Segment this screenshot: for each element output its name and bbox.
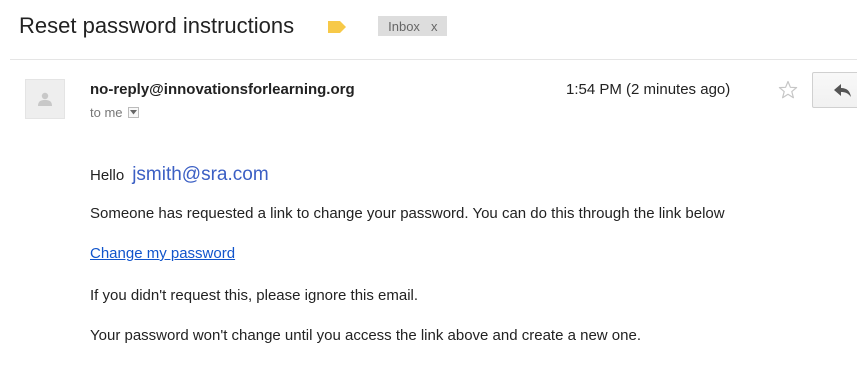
recipient-text: to me xyxy=(90,105,123,120)
greeting-text: Hello xyxy=(90,167,125,184)
ignore-text: If you didn't request this, please ignor… xyxy=(90,287,419,304)
reply-button[interactable] xyxy=(812,72,857,108)
email-subject: Reset password instructions xyxy=(19,13,295,38)
change-password-line: Change my password xyxy=(90,245,235,262)
timestamp: 1:54 PM (2 minutes ago) xyxy=(566,81,731,98)
greeting-email[interactable]: jsmith@sra.com xyxy=(132,164,268,186)
request-text: Someone has requested a link to change y… xyxy=(90,205,725,222)
email-view: Reset password instructions Inbox x no-r… xyxy=(0,0,857,376)
remove-label-button[interactable]: x xyxy=(431,19,438,34)
inbox-label-text: Inbox xyxy=(388,18,420,34)
info-text: Your password won't change until you acc… xyxy=(90,327,641,344)
sender-address[interactable]: no-reply@innovationsforlearning.org xyxy=(90,81,355,98)
recipient-line: to me xyxy=(90,105,139,120)
change-password-link[interactable]: Change my password xyxy=(90,245,235,262)
inbox-label-chip[interactable]: Inbox x xyxy=(378,16,448,36)
star-icon[interactable] xyxy=(778,80,798,100)
reply-arrow-icon xyxy=(834,84,851,97)
greeting-line: Hello jsmith@sra.com xyxy=(90,164,269,186)
subject-row: Reset password instructions Inbox x xyxy=(0,8,448,44)
header-divider xyxy=(10,59,857,60)
person-icon xyxy=(38,92,52,106)
avatar[interactable] xyxy=(25,79,65,119)
label-tag-icon[interactable] xyxy=(328,20,347,33)
details-dropdown-button[interactable] xyxy=(127,107,139,118)
caret-down-icon xyxy=(129,110,137,115)
